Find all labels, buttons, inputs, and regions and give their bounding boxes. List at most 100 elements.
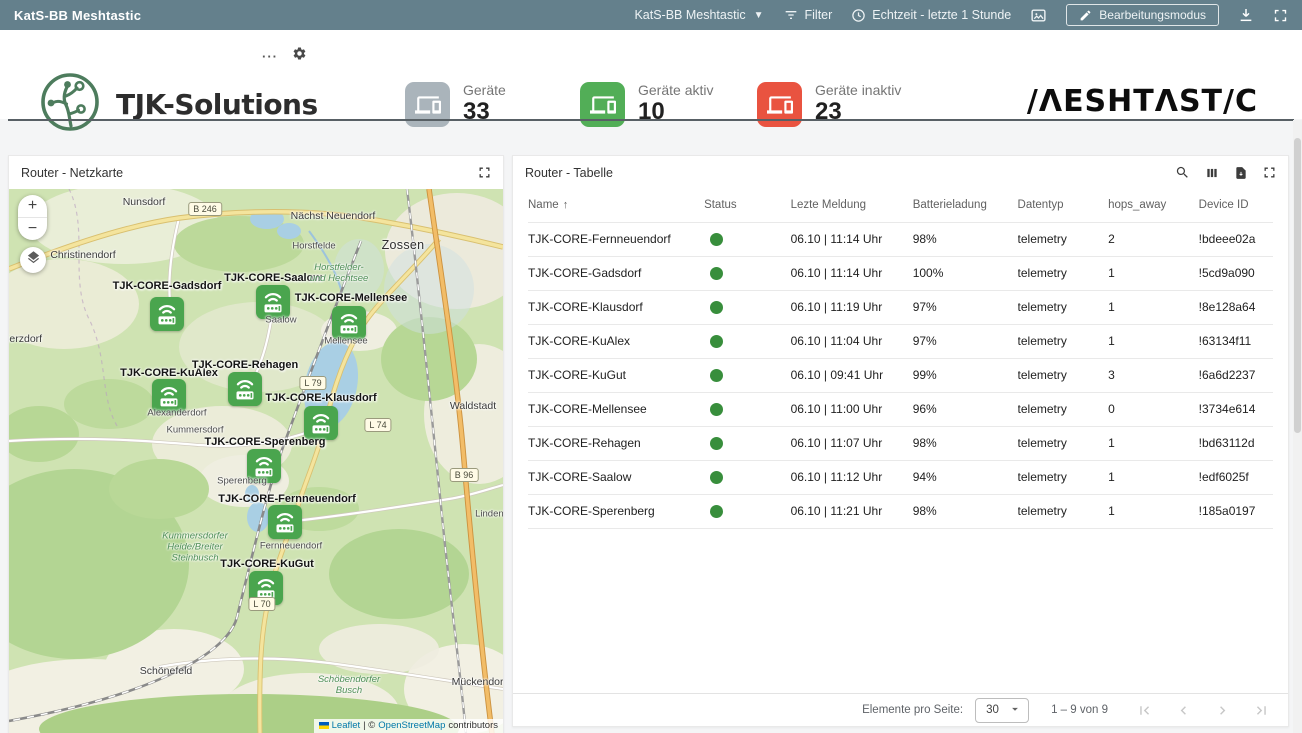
table-row[interactable]: TJK-CORE-Sperenberg06.10 | 11:21 Uhr98%t… [528,494,1273,528]
column-header-device-id[interactable]: Device ID [1199,189,1273,222]
panel-fullscreen-icon[interactable] [1263,166,1276,179]
fullscreen-button[interactable] [1273,8,1288,23]
columns-icon[interactable] [1205,166,1219,180]
sort-asc-icon: ↑ [563,199,569,211]
router-marker-icon[interactable] [247,449,281,483]
router-marker-icon[interactable] [150,297,184,331]
fullscreen-icon [1273,8,1288,23]
device-id-cell: !bdeee02a [1199,222,1273,256]
device-id-cell: !8e128a64 [1199,290,1273,324]
gear-icon[interactable] [292,46,307,66]
table-row[interactable]: TJK-CORE-Rehagen06.10 | 11:07 Uhr98%tele… [528,426,1273,460]
datatype-cell: telemetry [1018,358,1109,392]
leaflet-link[interactable]: Leaflet [332,720,361,731]
battery-cell: 100% [913,256,1018,290]
map-panel-title: Router - Netzkarte [21,166,123,180]
status-cell [704,324,791,358]
device-id-cell: !6a6d2237 [1199,358,1273,392]
ukraine-flag-icon [319,722,329,729]
scrollbar-thumb[interactable] [1294,138,1301,433]
map-zoom-control: + − [18,195,47,240]
battery-cell: 97% [913,290,1018,324]
hops-cell: 1 [1108,426,1199,460]
export-file-icon[interactable] [1234,166,1248,180]
time-range-label: Echtzeit - letzte 1 Stunde [872,8,1011,22]
device-id-cell: !63134f11 [1199,324,1273,358]
previous-page-button[interactable] [1175,702,1192,719]
device-id-cell: !3734e614 [1199,392,1273,426]
status-cell [704,426,791,460]
table-row[interactable]: TJK-CORE-Fernneuendorf06.10 | 11:14 Uhr9… [528,222,1273,256]
osm-link[interactable]: OpenStreetMap [378,720,445,731]
chevron-down-icon [1008,702,1022,719]
filter-button[interactable]: Filter [783,7,833,23]
stat-label: Geräte aktiv [638,82,713,99]
name-cell: TJK-CORE-Saalow [528,460,704,494]
download-button[interactable] [1238,7,1254,23]
stat-value: 23 [815,99,901,125]
table-row[interactable]: TJK-CORE-Klausdorf06.10 | 11:19 Uhr97%te… [528,290,1273,324]
map-layers-button[interactable] [20,247,46,273]
table-pagination: Elemente pro Seite: 30 1 – 9 von 9 [513,693,1288,726]
dashboard-selector[interactable]: KatS-BB Meshtastic ▼ [634,8,763,22]
datatype-cell: telemetry [1018,460,1109,494]
hops-cell: 3 [1108,358,1199,392]
kiosk-mode-button[interactable] [1030,7,1047,24]
network-map[interactable]: + − TJK-CORE-Gadsdorf TJK-CORE-Saalow TJ… [9,189,503,733]
name-cell: TJK-CORE-Fernneuendorf [528,222,704,256]
router-marker-icon[interactable] [332,306,366,340]
next-page-button[interactable] [1214,702,1231,719]
column-header-lezte-meldung[interactable]: Lezte Meldung [791,189,913,222]
device-id-cell: !185a0197 [1199,494,1273,528]
road-number-badge: L 70 [248,597,275,611]
battery-cell: 98% [913,494,1018,528]
name-cell: TJK-CORE-Sperenberg [528,494,704,528]
panel-more-menu[interactable]: ··· [262,49,278,64]
router-marker-icon[interactable] [152,379,186,413]
column-header-datentyp[interactable]: Datentyp [1018,189,1109,222]
status-dot [710,505,723,518]
search-icon[interactable] [1175,165,1190,180]
status-cell [704,222,791,256]
layers-icon [26,250,41,270]
stat-label: Geräte [463,82,506,99]
router-marker-icon[interactable] [228,372,262,406]
panel-fullscreen-icon[interactable] [478,166,491,179]
filter-label: Filter [805,8,833,22]
chevron-down-icon: ▼ [754,10,764,21]
top-navigation-bar: KatS-BB Meshtastic KatS-BB Meshtastic ▼ … [0,0,1302,30]
table-row[interactable]: TJK-CORE-Saalow06.10 | 11:12 Uhr94%telem… [528,460,1273,494]
router-marker-icon[interactable] [268,505,302,539]
table-row[interactable]: TJK-CORE-KuGut06.10 | 09:41 Uhr99%teleme… [528,358,1273,392]
edit-mode-button[interactable]: Bearbeitungsmodus [1066,4,1219,26]
brand-name: TJK-Solutions [116,88,318,121]
app-title: KatS-BB Meshtastic [14,8,141,23]
column-header-hops-away[interactable]: hops_away [1108,189,1199,222]
header-divider [8,119,1294,121]
pagination-range-label: 1 – 9 von 9 [1051,704,1108,716]
time-range-picker[interactable]: Echtzeit - letzte 1 Stunde [851,8,1011,23]
first-page-button[interactable] [1136,702,1153,719]
last-page-button[interactable] [1253,702,1270,719]
table-row[interactable]: TJK-CORE-KuAlex06.10 | 11:04 Uhr97%telem… [528,324,1273,358]
column-header-name[interactable]: Name↑ [528,189,704,222]
image-icon [1030,7,1047,24]
name-cell: TJK-CORE-KuGut [528,358,704,392]
dashboard-selector-label: KatS-BB Meshtastic [634,8,745,22]
datatype-cell: telemetry [1018,426,1109,460]
last-message-cell: 06.10 | 11:19 Uhr [791,290,913,324]
table-row[interactable]: TJK-CORE-Gadsdorf06.10 | 11:14 Uhr100%te… [528,256,1273,290]
column-header-batterieladung[interactable]: Batterieladung [913,189,1018,222]
router-marker-icon[interactable] [256,285,290,319]
status-dot [710,369,723,382]
table-row[interactable]: TJK-CORE-Mellensee06.10 | 11:00 Uhr96%te… [528,392,1273,426]
battery-cell: 94% [913,460,1018,494]
zoom-in-button[interactable]: + [18,195,47,218]
column-header-status[interactable]: Status [704,189,791,222]
status-cell [704,256,791,290]
items-per-page-select[interactable]: 30 [975,698,1029,723]
map-attribution: Leaflet | © OpenStreetMap contributors [314,719,503,733]
last-message-cell: 06.10 | 11:00 Uhr [791,392,913,426]
router-marker-icon[interactable] [304,406,338,440]
hops-cell: 1 [1108,324,1199,358]
